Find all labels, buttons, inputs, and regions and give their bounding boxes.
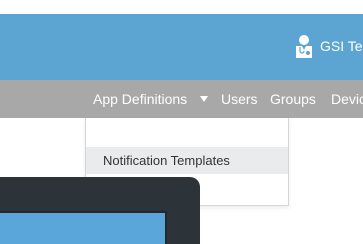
top-strip xyxy=(0,0,363,14)
nav-app-definitions[interactable]: App Definitions xyxy=(93,91,187,107)
user-menu[interactable]: GSI Te xyxy=(293,33,363,59)
nav-devices[interactable]: Devic xyxy=(331,91,363,107)
device-image-screen xyxy=(0,211,167,244)
doctor-user-icon xyxy=(296,35,312,58)
user-name: GSI Te xyxy=(320,38,363,54)
chevron-down-icon[interactable] xyxy=(200,96,208,102)
nav-groups[interactable]: Groups xyxy=(270,91,316,107)
dropdown-item-notification-templates[interactable]: Notification Templates xyxy=(86,147,288,174)
nav-users[interactable]: Users xyxy=(221,91,258,107)
